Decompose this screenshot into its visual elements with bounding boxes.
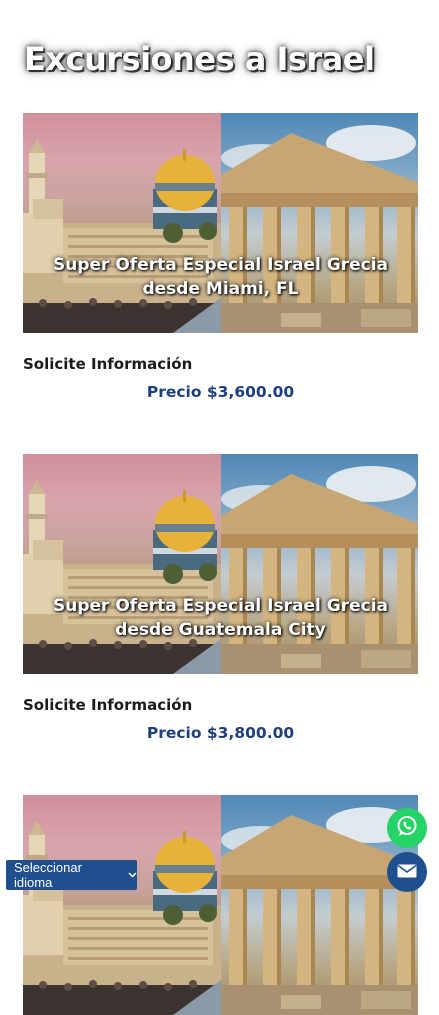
tour-image[interactable] [23, 795, 418, 1015]
email-button[interactable] [387, 852, 427, 892]
tour-price: Precio $3,600.00 [146, 383, 295, 401]
tour-title[interactable]: Super Oferta Especial Israel Grecia desd… [23, 253, 418, 301]
tour-image[interactable]: Super Oferta Especial Israel Grecia desd… [23, 113, 418, 333]
tour-card[interactable]: Super Oferta Especial Israel Grecia desd… [23, 454, 418, 742]
tour-card[interactable]: Super Oferta Especial Israel Grecia desd… [23, 113, 418, 401]
envelope-icon [397, 863, 417, 882]
language-select-label: Seleccionar idioma [14, 860, 82, 890]
request-info-link[interactable]: Solicite Información [23, 355, 418, 373]
whatsapp-button[interactable] [387, 808, 427, 848]
whatsapp-icon [395, 814, 419, 842]
request-info-link[interactable]: Solicite Información [23, 696, 418, 714]
chevron-down-icon [128, 869, 137, 881]
jerusalem-image [23, 795, 221, 1015]
tour-price: Precio $3,800.00 [146, 724, 295, 742]
tour-image[interactable]: Super Oferta Especial Israel Grecia desd… [23, 454, 418, 674]
tour-title[interactable]: Super Oferta Especial Israel Grecia desd… [23, 594, 418, 642]
tour-card[interactable] [23, 795, 418, 1015]
page-title: Excursiones a Israel [24, 40, 375, 78]
language-select[interactable]: Seleccionar idioma [6, 860, 137, 890]
